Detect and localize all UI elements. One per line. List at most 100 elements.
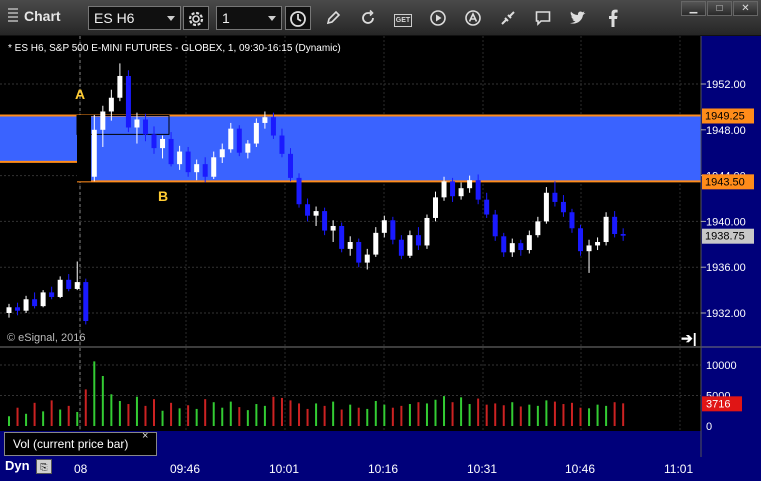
x-tick-label: 09:46 <box>170 462 200 476</box>
minimize-icon: ▁ <box>689 3 698 14</box>
y-tick-label: 1932.00 <box>706 308 746 320</box>
time-button[interactable] <box>285 6 311 30</box>
candle-body <box>91 129 97 177</box>
candle-body <box>15 307 21 311</box>
alert-button[interactable] <box>460 6 486 30</box>
interval-value: 1 <box>222 10 230 26</box>
candle-body <box>603 216 609 243</box>
interval-input[interactable]: 1 <box>216 6 282 30</box>
window-title[interactable]: Chart <box>8 8 61 24</box>
candle-body <box>185 151 191 173</box>
candle-body <box>356 242 362 263</box>
chevron-down-icon[interactable] <box>268 16 276 21</box>
candle-body <box>398 239 404 256</box>
candle-body <box>211 157 217 177</box>
play-button[interactable] <box>425 6 451 30</box>
candle-body <box>279 135 285 154</box>
volume-badge: 3716 <box>706 398 730 410</box>
pencil-icon <box>326 10 341 25</box>
candle-body <box>501 236 507 253</box>
candle-body <box>569 212 575 229</box>
play-icon <box>430 10 446 26</box>
candle-body <box>381 220 387 233</box>
candle-body <box>305 204 311 216</box>
candle-body <box>339 225 345 249</box>
close-icon: ✕ <box>741 3 750 14</box>
candle-body <box>32 299 38 307</box>
y-tick-label: 1952.00 <box>706 79 746 91</box>
candle-body <box>458 188 464 197</box>
facebook-button[interactable] <box>600 6 626 30</box>
settings-button[interactable] <box>183 6 209 30</box>
y-tick-label: 1936.00 <box>706 262 746 274</box>
clock-icon <box>290 11 306 27</box>
candle-body <box>177 151 183 165</box>
x-tick-label: 10:01 <box>269 462 299 476</box>
x-tick-label: 11:01 <box>664 462 693 476</box>
minimize-button[interactable]: ▁ <box>681 1 706 16</box>
link-button[interactable] <box>495 6 521 30</box>
close-study-icon[interactable]: × <box>142 430 148 442</box>
copyright-text: © eSignal, 2016 <box>7 332 86 344</box>
comment-button[interactable] <box>530 6 556 30</box>
candle-body <box>6 307 12 313</box>
candle-body <box>194 164 200 173</box>
candle-body <box>117 75 123 98</box>
maximize-button[interactable]: □ <box>707 1 732 16</box>
candle-body <box>433 197 438 218</box>
scroll-to-end-icon[interactable]: ➔| <box>681 330 697 347</box>
settings-gear-icon <box>188 11 204 27</box>
candle-body <box>586 245 592 252</box>
symbol-value: ES H6 <box>94 10 135 26</box>
comment-icon <box>535 11 551 26</box>
candle-body <box>228 128 234 150</box>
annotation-a: A <box>75 86 85 102</box>
volume-study-label[interactable]: Vol (current price bar) <box>4 432 157 456</box>
candle-body <box>202 164 208 177</box>
candle-body <box>543 192 549 222</box>
candle-body <box>407 235 413 256</box>
chevron-down-icon[interactable] <box>167 16 175 21</box>
refresh-button[interactable] <box>355 6 381 30</box>
candle-body <box>108 97 114 112</box>
candle-body <box>467 180 473 189</box>
candle-body <box>160 138 166 149</box>
candle-body <box>595 242 601 246</box>
candle-body <box>125 75 131 128</box>
facebook-icon <box>609 9 618 27</box>
candle-body <box>262 117 268 123</box>
candle-body <box>151 134 157 149</box>
candle-body <box>518 243 524 251</box>
alert-icon <box>465 10 481 26</box>
close-button[interactable]: ✕ <box>733 1 758 16</box>
last-price-badge: 1938.75 <box>705 231 745 243</box>
get-button[interactable]: GET <box>390 6 416 30</box>
candle-body <box>100 111 106 130</box>
mode-label[interactable]: Dyn <box>5 458 30 473</box>
zone-top-badge: 1949.25 <box>705 110 745 122</box>
candle-body <box>552 192 558 202</box>
price-chart[interactable]: 1952.001948.001944.001940.001936.001932.… <box>0 36 761 481</box>
symbol-input[interactable]: ES H6 <box>88 6 181 30</box>
candle-body <box>74 282 80 289</box>
chart-mode-icon[interactable]: ⎘ <box>36 459 52 474</box>
grip-icon[interactable] <box>8 8 18 24</box>
candle-body <box>526 235 532 251</box>
twitter-button[interactable] <box>565 6 591 30</box>
candle-body <box>450 181 456 197</box>
candle-body <box>441 181 447 198</box>
candle-body <box>578 228 584 252</box>
candle-body <box>245 143 251 153</box>
candle-body <box>492 214 498 237</box>
candle-body <box>535 221 541 236</box>
draw-button[interactable] <box>320 6 346 30</box>
chart-toolbar: Chart ES H6 1 GET ▁ □ ✕ <box>0 0 761 36</box>
candle-body <box>236 128 242 153</box>
candle-body <box>620 233 626 236</box>
candle-body <box>40 292 46 307</box>
candle-body <box>23 299 29 311</box>
candle-body <box>253 122 259 144</box>
candle-body <box>322 211 328 231</box>
candle-body <box>373 232 379 255</box>
candle-body <box>168 138 174 165</box>
